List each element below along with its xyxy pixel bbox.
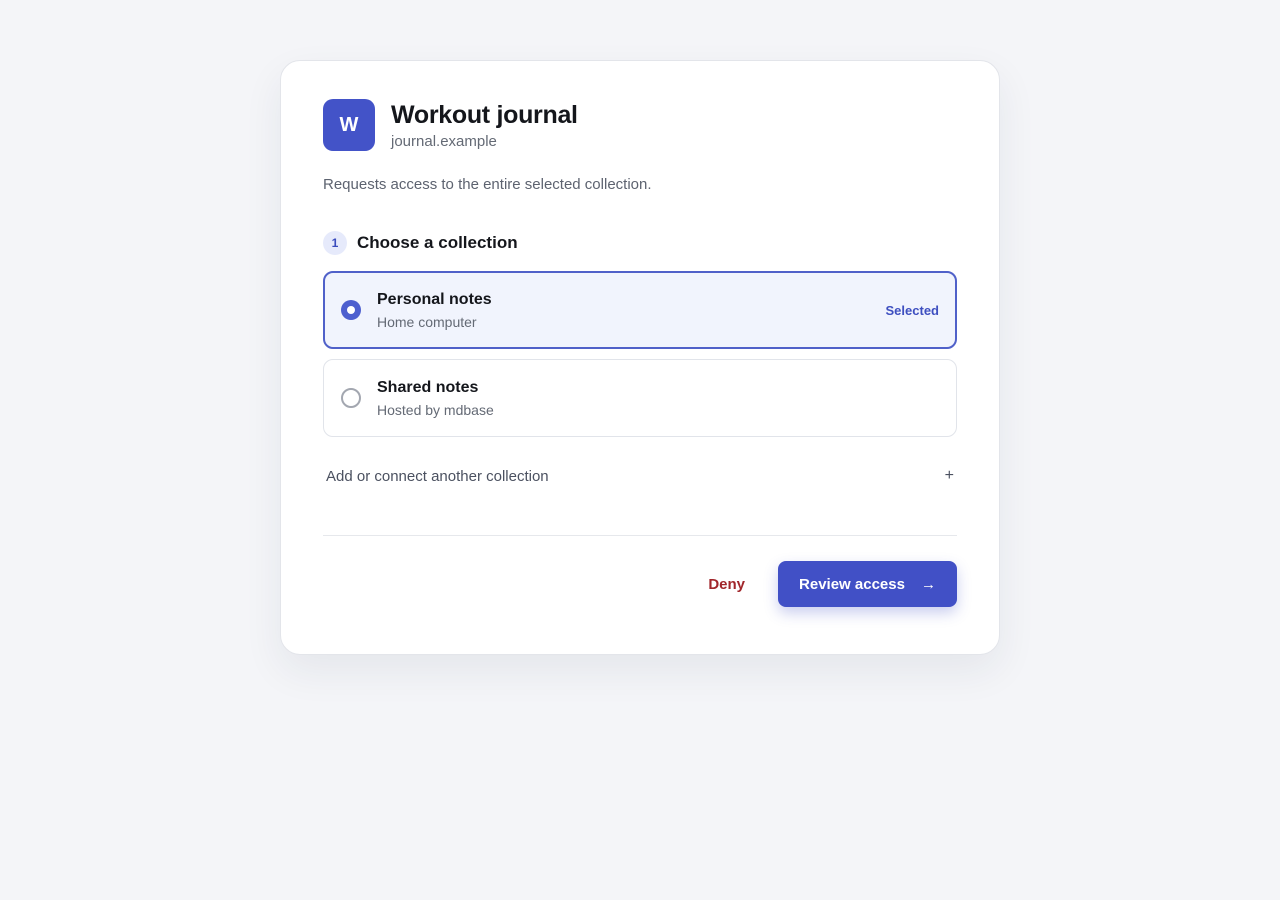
arrow-right-icon: →: [920, 575, 936, 593]
app-logo: W: [323, 99, 375, 151]
step-title: Choose a collection: [357, 233, 518, 252]
add-collection-button[interactable]: Add or connect another collection +: [323, 467, 957, 485]
collection-option-text: Shared notes Hosted by mdbase: [377, 379, 939, 418]
radio-unselected-icon[interactable]: [341, 388, 361, 408]
collection-option-text: Personal notes Home computer: [377, 291, 886, 330]
access-description: Requests access to the entire selected c…: [323, 176, 652, 193]
collection-option-personal-notes[interactable]: Personal notes Home computer Selected: [323, 271, 957, 349]
app-header: W Workout journal journal.example: [323, 99, 957, 151]
step-heading: 1 Choose a collection: [323, 231, 957, 255]
review-access-label: Review access: [799, 575, 905, 593]
review-access-button[interactable]: Review access →: [778, 561, 957, 607]
action-bar: Deny Review access →: [323, 561, 957, 607]
radio-selected-icon[interactable]: [341, 300, 361, 320]
collection-location: Hosted by mdbase: [377, 401, 494, 418]
app-title: Workout journal: [391, 100, 578, 129]
divider: [323, 535, 957, 536]
collection-option-shared-notes[interactable]: Shared notes Hosted by mdbase: [323, 359, 957, 437]
collection-name: Shared notes: [377, 378, 479, 396]
app-titles: Workout journal journal.example: [391, 101, 578, 150]
add-collection-label: Add or connect another collection: [326, 467, 549, 485]
plus-icon: +: [944, 467, 954, 484]
consent-card: W Workout journal journal.example Reques…: [280, 60, 1000, 655]
collection-location: Home computer: [377, 313, 477, 330]
selected-status-label: Selected: [885, 302, 939, 318]
deny-button[interactable]: Deny: [690, 566, 763, 603]
app-domain: journal.example: [391, 132, 497, 150]
step-number-badge: 1: [323, 231, 347, 255]
collection-name: Personal notes: [377, 290, 492, 308]
